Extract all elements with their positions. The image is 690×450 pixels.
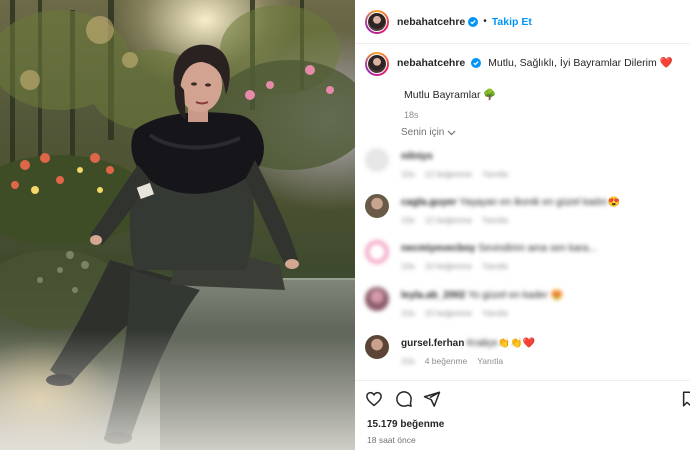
comment-text: Kraliçe <box>467 338 498 349</box>
caption-emoji: ❤️ <box>659 57 673 69</box>
caption-verified-icon <box>471 58 482 69</box>
comment-emoji: 👏👏❤️ <box>497 338 536 349</box>
header-separator: • <box>483 16 487 27</box>
comment-username[interactable]: cagla.guyer <box>401 197 457 208</box>
comment-item: cagla.guyer Yaşayan en ikonik en güzel k… <box>365 194 685 225</box>
comment-username[interactable]: nilniys <box>401 151 433 162</box>
comment-time: 10s <box>401 169 415 179</box>
comment-item: leyla.ab_2002 Yo güzel en kader 😍 10s 10 … <box>365 287 685 318</box>
reply-button[interactable]: Yanıtla <box>482 261 508 271</box>
caption-subtext-emoji: 🌳 <box>483 89 497 101</box>
sort-label: Senin için <box>401 127 445 138</box>
like-count[interactable]: 15.179 beğenme <box>367 419 444 430</box>
comment-likes[interactable]: 4 beğenme <box>425 356 468 366</box>
reply-button[interactable]: Yanıtla <box>482 215 508 225</box>
profile-avatar[interactable] <box>365 9 389 34</box>
reply-button[interactable]: Yanıtla <box>482 169 508 179</box>
comment-avatar[interactable] <box>365 335 389 359</box>
follow-button[interactable]: Takip Et <box>492 16 532 28</box>
post-header: nebahatcehre • Takip Et <box>355 0 690 44</box>
caption-time: 18s <box>404 110 419 120</box>
reply-button[interactable]: Yanıtla <box>477 356 503 366</box>
post-photo[interactable] <box>0 0 355 450</box>
comment-emoji: 😍 <box>550 290 564 301</box>
reply-button[interactable]: Yanıtla <box>482 308 508 318</box>
comment-time: 10s <box>401 215 415 225</box>
post-details-panel: nebahatcehre • Takip Et nebahatcehre Mut… <box>355 0 690 450</box>
post-actions: 15.179 beğenme 18 saat önce <box>355 380 690 450</box>
chevron-down-icon <box>447 130 456 135</box>
comment-item: nilniys 10s 12 beğenme Yanıtla <box>365 148 685 179</box>
like-heart-icon[interactable] <box>365 390 383 408</box>
header-username[interactable]: nebahatcehre <box>397 16 465 28</box>
comment-text: Yo güzel en kader <box>468 290 548 301</box>
post-time: 18 saat önce <box>367 435 416 445</box>
verified-badge-icon <box>468 16 479 27</box>
comment-text: Sevindirim ama sen kara... <box>478 243 597 254</box>
share-send-icon[interactable] <box>423 390 441 408</box>
comment-username[interactable]: gursel.ferhan <box>401 338 464 349</box>
comment-emoji: 😍 <box>607 197 620 208</box>
comment-likes[interactable]: 12 beğenme <box>425 169 472 179</box>
light-haze <box>0 330 355 450</box>
comment-item: gursel.ferhan Kraliçe👏👏❤️ 10s 4 beğenme Ya… <box>365 335 685 366</box>
post-caption: nebahatcehre Mutlu, Sağlıklı, İyi Bayram… <box>365 52 685 120</box>
comment-avatar[interactable] <box>365 240 389 264</box>
comment-bubble-icon[interactable] <box>395 390 413 408</box>
comment-time: 10s <box>401 261 415 271</box>
comment-username[interactable]: leyla.ab_2002 <box>401 290 466 301</box>
caption-subtext: Mutlu Bayramlar 🌳 <box>404 89 497 101</box>
comment-text: Yaşayan en ikonik en güzel kadın <box>459 197 608 208</box>
caption-username[interactable]: nebahatcehre <box>397 57 465 69</box>
save-bookmark-icon[interactable] <box>681 390 690 408</box>
comment-avatar[interactable] <box>365 148 389 172</box>
comment-username[interactable]: necmiyevecboy <box>401 243 476 254</box>
comment-item: necmiyevecboy Sevindirim ama sen kara...… <box>365 240 685 271</box>
caption-avatar[interactable] <box>365 52 389 76</box>
comment-time: 10s <box>401 308 415 318</box>
comment-sort-dropdown[interactable]: Senin için <box>401 127 456 138</box>
comment-time: 10s <box>401 356 415 366</box>
comment-avatar[interactable] <box>365 194 389 218</box>
comment-avatar[interactable] <box>365 287 389 311</box>
comment-likes[interactable]: 12 beğenme <box>425 215 472 225</box>
comment-likes[interactable]: 10 beğenme <box>425 261 472 271</box>
comment-likes[interactable]: 10 beğenme <box>425 308 472 318</box>
caption-text: Mutlu, Sağlıklı, İyi Bayramlar Dilerim <box>488 57 657 69</box>
